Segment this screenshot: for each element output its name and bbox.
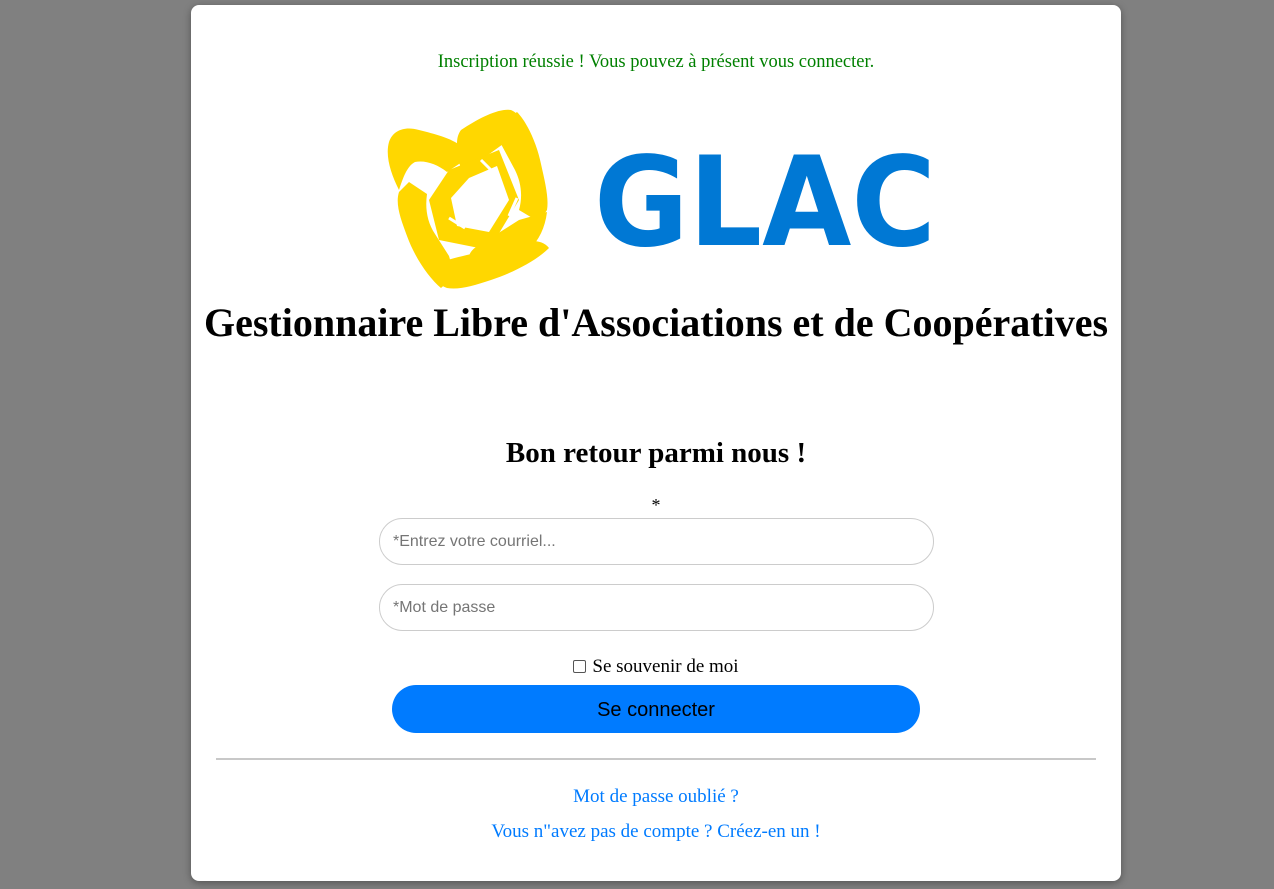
remember-me[interactable]: Se souvenir de moi <box>191 656 1121 678</box>
logo-text: GLAC <box>594 131 936 275</box>
divider <box>216 758 1096 760</box>
glac-logo: GLAC <box>387 109 936 289</box>
app-title: Gestionnaire Libre d'Associations et de … <box>203 300 1109 345</box>
hands-emblem-icon <box>387 109 549 289</box>
email-field[interactable] <box>379 518 934 565</box>
password-field[interactable] <box>379 584 934 631</box>
signup-link[interactable]: Vous n"avez pas de compte ? Créez-en un … <box>191 821 1121 843</box>
forgot-password-link[interactable]: Mot de passe oublié ? <box>191 786 1121 808</box>
welcome-heading: Bon retour parmi nous ! <box>505 437 807 469</box>
login-button[interactable]: Se connecter <box>392 685 920 733</box>
required-marker: * <box>651 495 661 515</box>
remember-me-checkbox[interactable] <box>573 660 587 673</box>
remember-me-label: Se souvenir de moi <box>592 656 739 677</box>
login-card: Inscription réussie ! Vous pouvez à prés… <box>191 5 1121 881</box>
success-message: Inscription réussie ! Vous pouvez à prés… <box>437 52 875 72</box>
